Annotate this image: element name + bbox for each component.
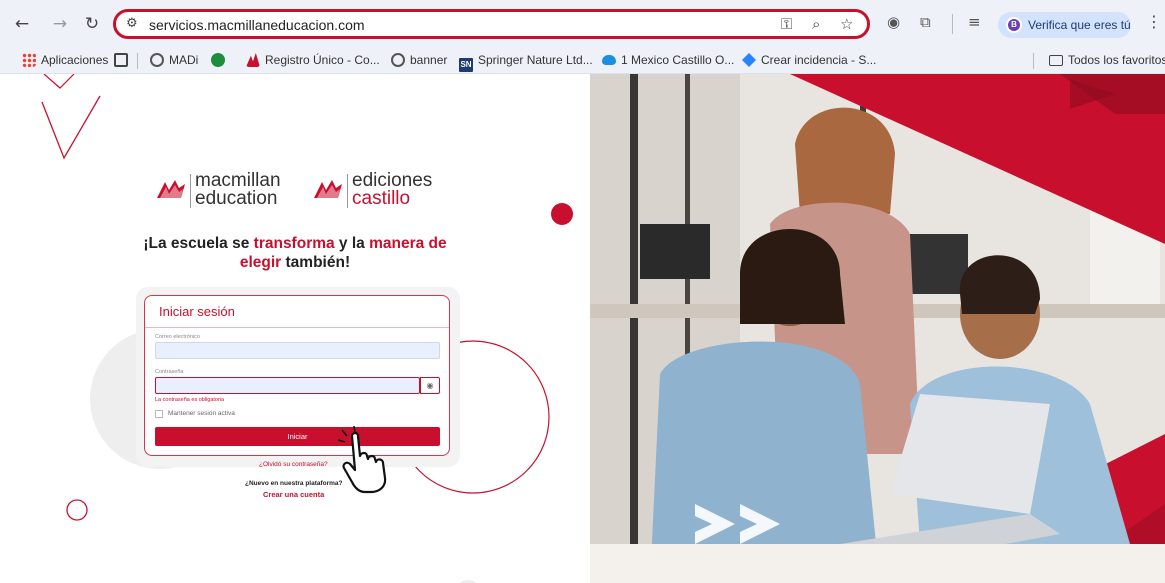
password-label: Contraseña — [155, 369, 184, 375]
all-bookmarks-folder[interactable]: Todos los favoritos — [1049, 53, 1165, 67]
hero-photo — [590, 74, 1165, 583]
logo-line: castillo — [352, 188, 411, 209]
toolbar-divider — [952, 14, 953, 34]
macmillan-icon — [246, 53, 260, 67]
sn-icon: SN — [459, 58, 473, 72]
site-settings-icon[interactable]: ⚙ — [126, 16, 138, 31]
extensions-icon[interactable]: ⧉ — [920, 13, 931, 31]
bookmark-label: Springer Nature Ltd... — [478, 53, 593, 67]
bookmark-divider — [1033, 53, 1034, 69]
camera-icon[interactable]: ◉ — [887, 13, 900, 31]
bookmark-label: banner — [410, 53, 448, 67]
sheets-icon — [211, 53, 225, 67]
bookmark-item-madi[interactable]: MADi — [150, 53, 198, 67]
remember-session-checkbox[interactable] — [155, 410, 163, 418]
folder-icon — [1049, 55, 1063, 66]
login-title-divider — [145, 327, 449, 328]
chevron-outline-large — [41, 95, 101, 160]
web-page: macmillan education ediciones castillo ¡… — [0, 74, 1165, 583]
castillo-logo: ediciones castillo — [314, 171, 444, 214]
password-field[interactable] — [155, 377, 420, 394]
chevron-outline-small — [43, 74, 75, 89]
bookmark-apps[interactable]: Aplicaciones — [22, 53, 108, 67]
login-panel: macmillan education ediciones castillo ¡… — [0, 74, 590, 583]
bookmark-item-mexico[interactable]: 1 Mexico Castillo O... — [602, 53, 734, 67]
globe-icon — [391, 53, 405, 67]
reload-button[interactable]: ↻ — [80, 12, 104, 36]
tab-groups-icon[interactable] — [114, 53, 133, 67]
logo-line: education — [195, 188, 278, 209]
bookmark-item-registro[interactable]: Registro Único - Co... — [246, 53, 380, 67]
macmillan-logo: macmillan education — [157, 171, 287, 214]
small-outline-circle — [66, 499, 88, 521]
email-field[interactable] — [155, 342, 440, 359]
password-error: La contraseña es obligatoria — [155, 397, 225, 403]
create-account-link[interactable]: Crear una cuenta — [263, 490, 324, 499]
macmillan-mark-icon — [157, 180, 185, 198]
browser-menu-icon[interactable]: ⋮ — [1146, 12, 1162, 31]
remember-session-label: Mantener sesión activa — [168, 410, 235, 417]
bookmark-label: 1 Mexico Castillo O... — [621, 53, 735, 67]
email-label: Correo electrónico — [155, 334, 200, 340]
all-bookmarks-label: Todos los favoritos — [1068, 53, 1165, 67]
globe-icon — [150, 53, 164, 67]
browser-toolbar: ← → ↻ ⚙ servicios.macmillaneducacion.com… — [0, 0, 1165, 48]
cloud-icon — [602, 55, 616, 65]
bookmark-item-banner[interactable]: banner — [391, 53, 447, 67]
star-icon[interactable]: ☆ — [840, 15, 853, 33]
red-dot — [551, 203, 573, 225]
signup-question: ¿Nuevo en nuestra plataforma? — [245, 480, 343, 487]
verify-identity-chip[interactable]: B Verifica que eres tú — [998, 12, 1131, 38]
hand-pointer-icon — [338, 426, 387, 494]
bookmark-item-springer[interactable]: SN Springer Nature Ltd... — [459, 53, 593, 72]
apps-grid-icon — [22, 53, 36, 67]
macmillan-logo-text: macmillan education — [195, 171, 281, 209]
zoom-icon[interactable]: ⌕ — [812, 15, 820, 33]
back-button[interactable]: ← — [10, 12, 34, 36]
jira-icon — [742, 53, 756, 67]
bookmarks-bar: Aplicaciones MADi Registro Único - Co...… — [0, 48, 1165, 74]
show-password-icon[interactable]: ◉ — [420, 377, 440, 394]
bookmark-apps-label: Aplicaciones — [41, 53, 109, 67]
profile-avatar: B — [1006, 17, 1022, 33]
reading-list-icon[interactable]: ≡ — [968, 13, 981, 31]
castillo-mark-icon — [314, 180, 342, 198]
bookmark-item-sheets[interactable] — [211, 53, 230, 67]
bookmark-divider — [137, 53, 138, 69]
login-title: Iniciar sesión — [159, 304, 235, 319]
address-url[interactable]: servicios.macmillaneducacion.com — [149, 17, 365, 33]
verify-chip-label: Verifica que eres tú — [1028, 18, 1131, 32]
address-bar[interactable]: ⚙ servicios.macmillaneducacion.com ⚿ ⌕ ☆ — [113, 9, 870, 39]
bookmark-label: Crear incidencia - S... — [761, 53, 877, 67]
castillo-logo-text: ediciones castillo — [352, 171, 432, 209]
bookmark-item-incidencia[interactable]: Crear incidencia - S... — [742, 53, 876, 67]
key-icon[interactable]: ⚿ — [781, 15, 792, 33]
hero-illustration — [590, 74, 1165, 583]
page-headline: ¡La escuela se transforma y la manera de… — [143, 235, 447, 271]
forgot-password-link[interactable]: ¿Olvidó su contraseña? — [259, 461, 328, 468]
bookmark-label: Registro Único - Co... — [265, 53, 380, 67]
forward-button[interactable]: → — [48, 12, 72, 36]
bookmark-label: MADi — [169, 53, 199, 67]
